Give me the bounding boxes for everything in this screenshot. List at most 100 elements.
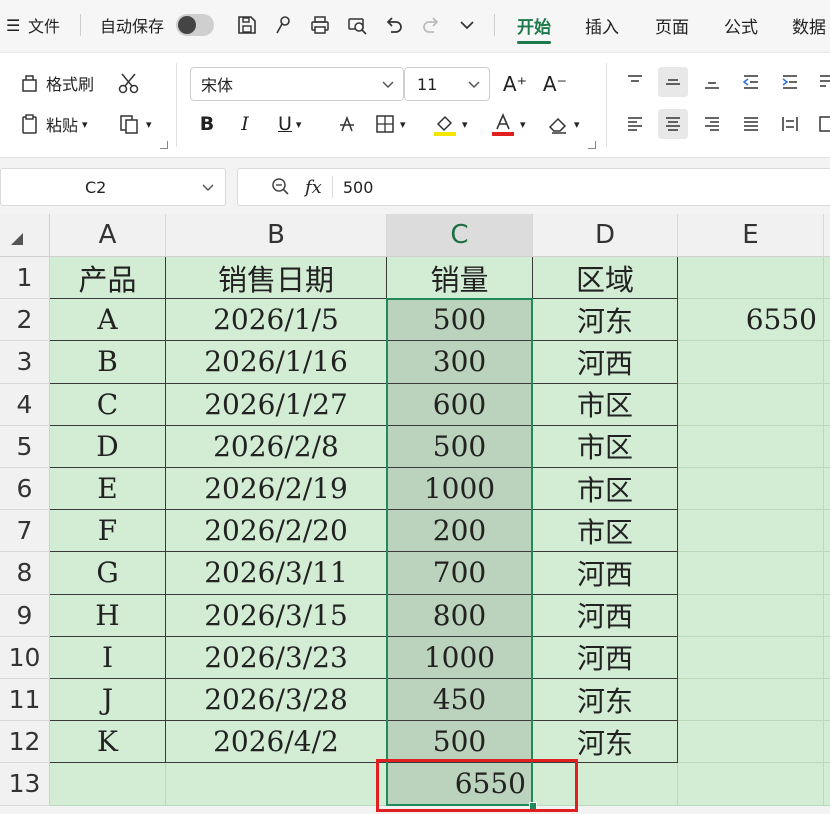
copy-button[interactable]: ▾ <box>118 109 152 139</box>
grow-font-icon[interactable]: A⁺ <box>500 69 530 99</box>
data-cell-date[interactable]: 2026/1/5 <box>166 299 387 342</box>
zoom-search-icon[interactable] <box>271 177 291 197</box>
cell[interactable] <box>678 468 824 511</box>
cell[interactable] <box>50 763 166 806</box>
autosave-toggle[interactable] <box>176 14 214 36</box>
data-cell-product[interactable]: F <box>50 510 166 553</box>
share-icon[interactable] <box>270 11 298 39</box>
data-cell-product[interactable]: J <box>50 679 166 722</box>
align-bottom-icon[interactable] <box>697 67 727 97</box>
paste-button[interactable]: 粘贴 ▾ <box>20 109 88 139</box>
align-left-icon[interactable] <box>620 109 650 139</box>
cell[interactable] <box>678 510 824 553</box>
justify-icon[interactable] <box>736 109 766 139</box>
increase-indent-icon[interactable] <box>775 67 805 97</box>
data-cell-date[interactable]: 2026/4/2 <box>166 721 387 764</box>
row-header-9[interactable]: 9 <box>0 594 50 637</box>
formula-value[interactable]: 500 <box>343 178 374 197</box>
tab-insert[interactable]: 插入 <box>585 0 619 50</box>
cut-scissors-icon[interactable] <box>114 68 144 98</box>
row-header-4[interactable]: 4 <box>0 383 50 426</box>
row-header-1[interactable]: 1 <box>0 257 50 300</box>
column-header-f[interactable] <box>824 214 830 257</box>
borders-button[interactable]: ▾ <box>374 109 406 139</box>
column-header-d[interactable]: D <box>533 214 678 257</box>
row-header-13[interactable]: 13 <box>0 763 50 806</box>
save-icon[interactable] <box>233 11 261 39</box>
row-header-6[interactable]: 6 <box>0 468 50 511</box>
data-cell-product[interactable]: E <box>50 468 166 511</box>
header-cell[interactable]: 销售日期 <box>166 257 387 300</box>
column-header-c[interactable]: C <box>387 214 533 257</box>
data-cell-date[interactable]: 2026/3/11 <box>166 552 387 595</box>
fx-insert-function-icon[interactable]: fx <box>305 177 322 198</box>
data-cell-region[interactable]: 河西 <box>533 341 678 384</box>
tab-data[interactable]: 数据 <box>792 0 826 50</box>
cell[interactable] <box>678 257 824 300</box>
strikethrough-icon[interactable] <box>332 109 362 139</box>
data-cell-region[interactable]: 河东 <box>533 299 678 342</box>
data-cell-product[interactable]: A <box>50 299 166 342</box>
data-cell-product[interactable]: G <box>50 552 166 595</box>
header-cell[interactable]: 区域 <box>533 257 678 300</box>
data-cell-product[interactable]: K <box>50 721 166 764</box>
distributed-align-icon[interactable] <box>775 109 805 139</box>
fill-color-button[interactable]: ▾ <box>432 109 468 139</box>
header-cell[interactable]: 销量 <box>387 257 533 300</box>
data-cell-region[interactable]: 河西 <box>533 636 678 679</box>
cell[interactable] <box>824 341 830 384</box>
column-header-e[interactable]: E <box>678 214 824 257</box>
data-cell-product[interactable]: C <box>50 383 166 426</box>
row-header-3[interactable]: 3 <box>0 341 50 384</box>
row-header-5[interactable]: 5 <box>0 425 50 468</box>
underline-button[interactable]: U ▾ <box>278 109 301 139</box>
font-color-button[interactable]: ▾ <box>490 109 526 139</box>
decrease-indent-icon[interactable] <box>736 67 766 97</box>
data-cell-product[interactable]: H <box>50 594 166 637</box>
data-cell-region[interactable]: 河东 <box>533 679 678 722</box>
formula-input-box[interactable]: fx 500 <box>237 168 830 206</box>
align-right-icon[interactable] <box>697 109 727 139</box>
data-cell-product[interactable]: D <box>50 425 166 468</box>
data-cell-region[interactable]: 市区 <box>533 468 678 511</box>
cell[interactable] <box>678 552 824 595</box>
cell[interactable] <box>824 468 830 511</box>
data-cell-date[interactable]: 2026/2/20 <box>166 510 387 553</box>
align-center-icon[interactable] <box>658 109 688 139</box>
cell[interactable] <box>824 383 830 426</box>
data-cell-date[interactable]: 2026/2/19 <box>166 468 387 511</box>
cell[interactable] <box>824 257 830 300</box>
file-menu[interactable]: 文件 <box>28 0 60 50</box>
row-header-11[interactable]: 11 <box>0 679 50 722</box>
data-cell-region[interactable]: 市区 <box>533 510 678 553</box>
tab-home[interactable]: 开始 <box>517 0 551 50</box>
data-cell-date[interactable]: 2026/2/8 <box>166 425 387 468</box>
cell-e2-value[interactable]: 6550 <box>678 299 824 342</box>
cell[interactable] <box>678 721 824 764</box>
clear-format-button[interactable]: ▾ <box>546 109 580 139</box>
cell[interactable] <box>824 510 830 553</box>
cell[interactable] <box>824 594 830 637</box>
italic-button[interactable]: I <box>230 109 260 139</box>
data-cell-product[interactable]: B <box>50 341 166 384</box>
cell[interactable] <box>678 383 824 426</box>
shrink-font-icon[interactable]: A⁻ <box>540 69 570 99</box>
data-cell-date[interactable]: 2026/3/28 <box>166 679 387 722</box>
tab-formula[interactable]: 公式 <box>724 0 758 50</box>
align-middle-icon[interactable] <box>658 67 688 97</box>
data-cell-region[interactable]: 市区 <box>533 425 678 468</box>
data-cell-region[interactable]: 河西 <box>533 552 678 595</box>
data-cell-region[interactable]: 河西 <box>533 594 678 637</box>
font-size-dropdown[interactable]: 11 <box>404 67 490 101</box>
hamburger-menu-icon[interactable]: ☰ <box>6 0 20 50</box>
cell[interactable] <box>678 636 824 679</box>
data-cell-date[interactable]: 2026/1/16 <box>166 341 387 384</box>
cell[interactable] <box>824 763 830 806</box>
cell[interactable] <box>678 341 824 384</box>
cell[interactable] <box>824 721 830 764</box>
font-dialog-launcher-icon[interactable] <box>588 141 596 149</box>
data-cell-date[interactable]: 2026/3/15 <box>166 594 387 637</box>
cell[interactable] <box>678 594 824 637</box>
row-header-7[interactable]: 7 <box>0 510 50 553</box>
cell[interactable] <box>824 636 830 679</box>
